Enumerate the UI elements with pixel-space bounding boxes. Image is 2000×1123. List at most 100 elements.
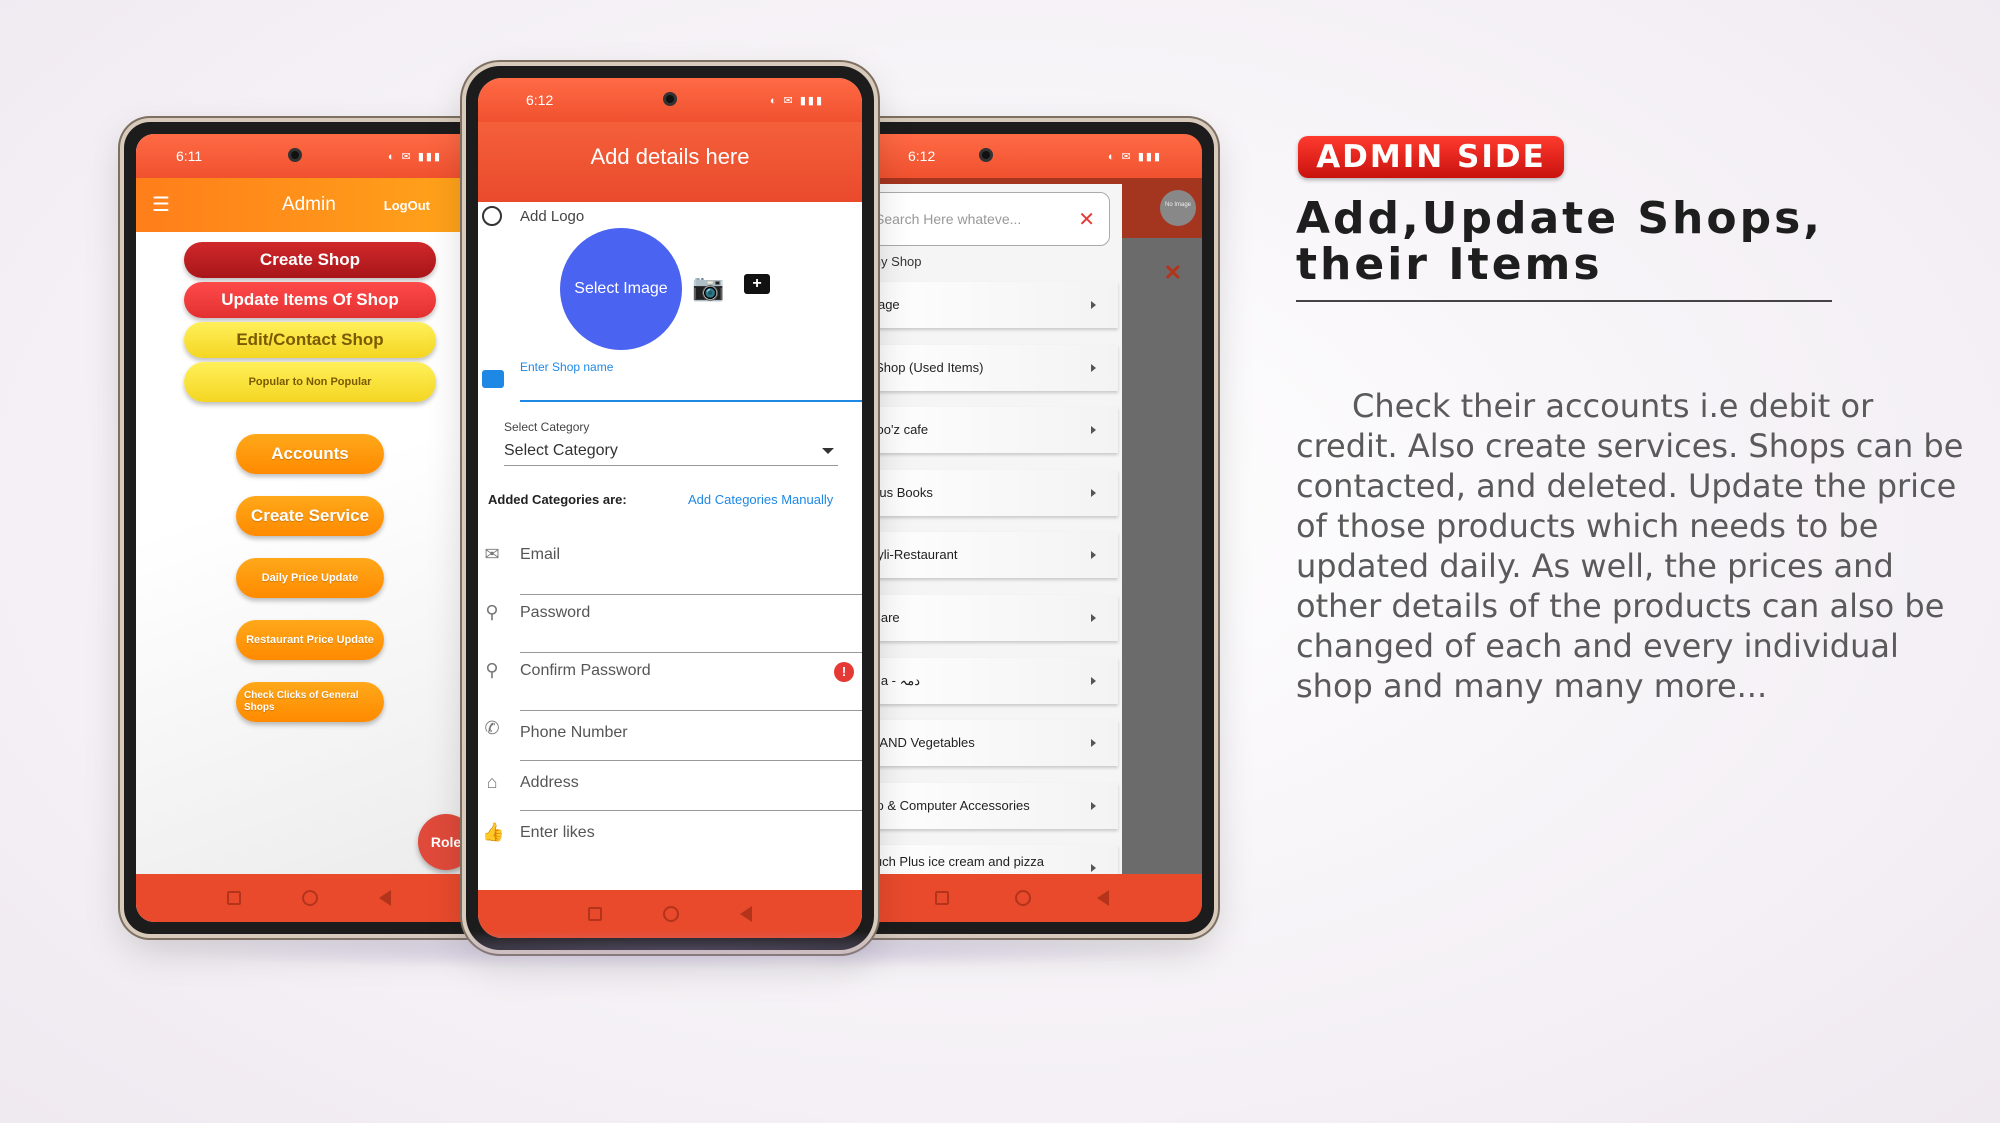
chevron-right-icon [1091,363,1096,372]
backdrop-close-icon: ✕ [1163,260,1182,285]
status-bar: 6:12 ◐ ✉ ▮▮▮ [478,78,862,122]
phone-underline [520,760,862,761]
address-field[interactable]: Address [520,774,579,792]
app-bar: Add details here [478,122,862,202]
select-image-button[interactable]: Select Image [560,228,682,350]
back-icon[interactable] [1097,890,1109,906]
phone-field[interactable]: Phone Number [520,724,628,742]
chevron-right-icon [1091,488,1096,497]
home-icon[interactable] [1015,890,1031,906]
add-details-form: Add Logo Select Image 📷 + Enter Shop nam… [478,202,862,890]
added-categories-label: Added Categories are: [488,492,627,507]
shop-list-item[interactable]: Beverage [842,282,1118,328]
shop-list-item[interactable]: Hair Care [842,595,1118,641]
badge-text: ADMIN SIDE [1316,139,1546,175]
back-icon[interactable] [379,890,392,906]
heading-divider [1296,300,1832,302]
phone-icon: ✆ [484,718,500,738]
chevron-right-icon [1091,426,1096,435]
update-items-button[interactable]: Update Items Of Shop [184,282,436,318]
signal-icons: ◐ ✉ ▮▮▮ [1107,150,1162,163]
shop-list-item[interactable]: Laptop & Computer Accessories [842,782,1118,829]
likes-field[interactable]: Enter likes [520,824,595,842]
shop-list-item[interactable]: Olda Shop (Used Items) [842,344,1118,391]
check-clicks-button[interactable]: Check Clicks of General Shops [236,682,384,722]
category-value: Select Category [504,442,618,459]
thumbs-up-icon: 👍 [482,822,505,842]
promo-heading: Add,Update Shops, their Items [1296,196,1823,288]
daily-price-button[interactable]: Daily Price Update [236,558,384,598]
password-icon: ⚲ [485,602,499,622]
camera-add-icon[interactable]: 📷 [692,272,724,303]
nav-bar [136,874,482,922]
status-time: 6:11 [176,148,203,164]
confirm-password-field[interactable]: Confirm Password [520,662,651,680]
right-phone: 6:12 ◐ ✉ ▮▮▮ No Image ✕ ⌕ Search Here wh… [830,122,1214,934]
right-phone-screen: 6:12 ◐ ✉ ▮▮▮ No Image ✕ ⌕ Search Here wh… [842,134,1202,922]
home-icon[interactable] [662,906,679,922]
password-underline [520,652,862,653]
add-categories-manually-link[interactable]: Add Categories Manually [688,492,833,507]
status-time: 6:12 [908,148,936,164]
camera-icon [979,148,993,162]
accounts-button[interactable]: Accounts [236,434,384,474]
home-icon[interactable] [301,890,318,906]
status-bar: 6:12 ◐ ✉ ▮▮▮ [842,134,1202,178]
search-box[interactable]: ⌕ Search Here whateve... ✕ [842,192,1110,246]
app-title: Add details here [590,144,750,169]
menu-icon[interactable]: ☰ [152,195,170,215]
heading-line-2: their Items [1296,239,1603,290]
error-icon: ! [834,662,854,682]
edit-contact-shop-button[interactable]: Edit/Contact Shop [184,322,436,358]
search-input[interactable]: Search Here whateve... [875,211,1021,227]
email-underline [520,594,862,595]
password-field[interactable]: Password [520,604,590,622]
nav-bar [842,874,1202,922]
popular-button[interactable]: Popular to Non Popular [184,362,436,402]
left-phone-screen: 6:11 ◐ ✉ ▮▮▮ ☰ Admin LogOut Create Shop … [136,134,482,922]
clear-search-icon[interactable]: ✕ [1078,207,1095,232]
chevron-right-icon [1091,301,1096,309]
shop-list-item[interactable]: CooKoo'z cafe [842,407,1118,454]
email-icon: ✉ [484,544,500,564]
logout-button[interactable]: LogOut [384,198,430,213]
shop-list-item[interactable]: Syllabus Books [842,469,1118,516]
restaurant-price-button[interactable]: Restaurant Price Update [236,620,384,660]
chevron-right-icon [1091,739,1096,748]
recent-apps-icon[interactable] [226,891,241,905]
center-phone: 6:12 ◐ ✉ ▮▮▮ Add details here Add Logo S… [466,66,874,950]
chevron-right-icon [1091,551,1096,560]
folder-add-icon[interactable]: + [744,274,770,294]
signal-icons: ◐ ✉ ▮▮▮ [769,94,824,107]
shop-list-item[interactable]: Fruits AND Vegetables [842,720,1118,767]
confirm-password-underline [520,710,862,711]
chevron-right-icon [1091,801,1096,810]
category-label: Select Category [504,420,590,434]
confirm-password-icon: ⚲ [485,660,499,680]
camera-icon [288,148,303,162]
heading-line-1: Add,Update Shops, [1296,193,1824,244]
shop-name-input[interactable] [520,380,862,402]
status-bar: 6:11 ◐ ✉ ▮▮▮ [136,134,482,178]
shop-list-item[interactable]: Asthma - دمہ [842,657,1118,704]
shop-icon [482,370,504,388]
chevron-right-icon [1091,864,1096,873]
add-logo-label: Add Logo [520,208,585,225]
email-field[interactable]: Email [520,546,560,564]
camera-icon [663,92,677,106]
category-dropdown[interactable]: Select Category [504,436,838,466]
create-shop-button[interactable]: Create Shop [184,242,436,278]
no-image-avatar: No Image [1160,190,1196,226]
address-underline [520,810,862,811]
create-service-button[interactable]: Create Service [236,496,384,536]
promo-description: Check their accounts i.e debit or credit… [1296,387,1964,705]
signal-icons: ◐ ✉ ▮▮▮ [387,150,442,163]
back-icon[interactable] [739,906,752,922]
admin-menu: Create Shop Update Items Of Shop Edit/Co… [136,232,482,874]
recent-apps-icon[interactable] [588,907,603,921]
shop-list-item[interactable]: Hawayli-Restaurant [842,532,1118,579]
status-time: 6:12 [526,92,554,108]
home-address-icon: ⌂ [486,772,498,792]
left-phone: 6:11 ◐ ✉ ▮▮▮ ☰ Admin LogOut Create Shop … [124,122,494,934]
recent-apps-icon[interactable] [935,891,949,905]
